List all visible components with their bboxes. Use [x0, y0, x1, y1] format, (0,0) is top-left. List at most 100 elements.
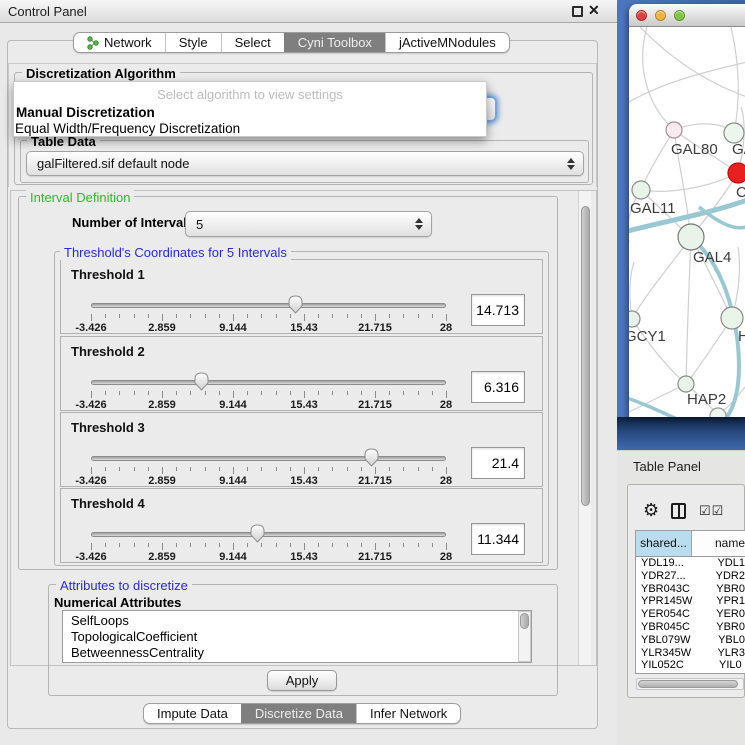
- cell-shared-name[interactable]: YBR045C: [636, 621, 710, 634]
- numerical-attributes-list[interactable]: SelfLoopsTopologicalCoefficientBetweenne…: [62, 610, 532, 663]
- threshold-slider[interactable]: -3.4262.8599.14415.4321.71528: [91, 521, 446, 561]
- network-node[interactable]: [721, 307, 743, 329]
- settings-scrollbar-thumb[interactable]: [581, 206, 590, 506]
- network-window-titlebar[interactable]: [629, 4, 745, 27]
- threshold-value-field[interactable]: 6.316: [471, 371, 525, 403]
- table-row[interactable]: YDL19...YDL1: [636, 557, 745, 570]
- cell-shared-name[interactable]: YDL19...: [636, 557, 711, 570]
- cell-name[interactable]: YDR2: [710, 570, 745, 583]
- cell-name[interactable]: YBL0: [712, 634, 745, 647]
- threshold-value-field[interactable]: 14.713: [471, 294, 525, 326]
- network-edge[interactable]: [629, 62, 745, 102]
- table-row[interactable]: YBR043CYBR0: [636, 583, 745, 596]
- slider-tick: [446, 391, 447, 398]
- cell-shared-name[interactable]: YLR345W: [636, 647, 711, 660]
- table-hscrollbar-thumb[interactable]: [638, 680, 738, 688]
- cell-shared-name[interactable]: YBL079W: [636, 634, 712, 647]
- column-header-name[interactable]: name: [692, 531, 745, 556]
- table-row[interactable]: YLR345WYLR3: [636, 647, 745, 660]
- threshold-value-field[interactable]: 21.4: [471, 447, 525, 479]
- gear-icon[interactable]: ⚙: [643, 500, 659, 521]
- cell-name[interactable]: YBR0: [710, 621, 745, 634]
- network-node[interactable]: [629, 311, 640, 327]
- tab-cyni-toolbox[interactable]: Cyni Toolbox: [284, 33, 385, 52]
- slider-tick-label: 15.43: [290, 551, 318, 563]
- table-row[interactable]: YER054CYER0: [636, 608, 745, 621]
- cell-shared-name[interactable]: YIL052C: [636, 659, 713, 672]
- cell-shared-name[interactable]: YDR27...: [636, 570, 710, 583]
- network-edge[interactable]: [643, 27, 674, 130]
- close-traffic-light-icon[interactable]: [636, 10, 647, 21]
- network-edge[interactable]: [641, 173, 738, 191]
- cell-name[interactable]: YDL1: [711, 557, 745, 570]
- slider-track[interactable]: [91, 380, 446, 385]
- network-edge[interactable]: [686, 237, 691, 384]
- attributes-list-scrollbar-thumb[interactable]: [520, 613, 529, 629]
- network-node[interactable]: [678, 376, 694, 392]
- number-of-intervals-spinner[interactable]: 5: [185, 211, 432, 237]
- attributes-list-scrollbar[interactable]: [518, 611, 531, 662]
- close-icon[interactable]: ✕: [588, 2, 600, 19]
- threshold-value-field[interactable]: 11.344: [471, 523, 525, 555]
- tab-infer-network[interactable]: Infer Network: [356, 704, 460, 723]
- network-edge[interactable]: [686, 318, 732, 384]
- zoom-traffic-light-icon[interactable]: [674, 10, 685, 21]
- column-header-shared[interactable]: shared...: [636, 531, 692, 556]
- table-row[interactable]: YIL052CYIL0: [636, 659, 745, 672]
- network-node[interactable]: [728, 163, 745, 183]
- minimize-traffic-light-icon[interactable]: [655, 10, 666, 21]
- dropdown-item-equal-width-frequency[interactable]: Equal Width/Frequency Discretization: [15, 121, 240, 136]
- cell-name[interactable]: YLR3: [711, 647, 745, 660]
- slider-track[interactable]: [91, 532, 446, 537]
- table-row[interactable]: YBL079WYBL0: [636, 634, 745, 647]
- dropdown-item-manual-discretization[interactable]: Manual Discretization: [16, 105, 155, 120]
- cell-shared-name[interactable]: YPR145W: [636, 595, 710, 608]
- table-row[interactable]: YDR27...YDR2: [636, 570, 745, 583]
- network-node[interactable]: [678, 224, 704, 250]
- cell-shared-name[interactable]: YBR043C: [636, 583, 710, 596]
- network-canvas[interactable]: GAL80GACGAL11GAL4GCY1HHAP2: [629, 27, 745, 417]
- cell-name[interactable]: YIL0: [713, 659, 745, 672]
- split-columns-icon[interactable]: [671, 503, 686, 519]
- cell-name[interactable]: YBR0: [710, 583, 745, 596]
- tab-style[interactable]: Style: [165, 33, 221, 52]
- tab-impute-data[interactable]: Impute Data: [144, 704, 241, 723]
- apply-button[interactable]: Apply: [267, 670, 337, 691]
- table-row[interactable]: YPR145WYPR1: [636, 595, 745, 608]
- table-hscrollbar[interactable]: [636, 678, 744, 690]
- table-row[interactable]: YBR045CYBR0: [636, 621, 745, 634]
- threshold-slider[interactable]: -3.4262.8599.14415.4321.71528: [91, 369, 446, 409]
- tab-discretize-data[interactable]: Discretize Data: [241, 704, 356, 723]
- tab-jactivemnodules[interactable]: jActiveMNodules: [385, 33, 509, 52]
- network-edge[interactable]: [632, 237, 691, 319]
- threshold-slider[interactable]: -3.4262.8599.14415.4321.71528: [91, 292, 446, 332]
- network-edge[interactable]: [641, 130, 674, 190]
- attribute-list-item[interactable]: SelfLoops: [63, 613, 531, 629]
- slider-track[interactable]: [91, 303, 446, 308]
- slider-thumb[interactable]: [288, 295, 303, 314]
- slider-thumb[interactable]: [364, 448, 379, 467]
- checkbox-checked-icons[interactable]: ☑☑: [699, 503, 724, 519]
- table-data-combobox[interactable]: galFiltered.sif default node: [26, 151, 584, 176]
- network-node[interactable]: [724, 123, 744, 143]
- attribute-list-item[interactable]: BetweennessCentrality: [63, 645, 531, 661]
- cell-name[interactable]: YPR1: [710, 595, 745, 608]
- tab-select[interactable]: Select: [221, 33, 284, 52]
- attribute-list-item[interactable]: TopologicalCoefficient: [63, 629, 531, 645]
- cell-shared-name[interactable]: YER054C: [636, 608, 710, 621]
- float-window-icon[interactable]: [572, 6, 583, 17]
- network-node[interactable]: [666, 122, 682, 138]
- threshold-slider[interactable]: -3.4262.8599.14415.4321.71528: [91, 445, 446, 485]
- slider-thumb[interactable]: [194, 372, 209, 391]
- slider-tick: [176, 543, 177, 547]
- network-edge[interactable]: [640, 27, 745, 97]
- cell-name[interactable]: YER0: [710, 608, 745, 621]
- network-edge[interactable]: [629, 384, 686, 412]
- settings-scrollbar[interactable]: [578, 191, 591, 665]
- slider-track[interactable]: [91, 456, 446, 461]
- node-attribute-table[interactable]: shared... name YDL19...YDL1YDR27...YDR2Y…: [635, 530, 745, 674]
- network-node[interactable]: [632, 181, 650, 199]
- tab-network[interactable]: Network: [74, 33, 165, 52]
- slider-thumb[interactable]: [250, 524, 265, 543]
- network-edge[interactable]: [731, 27, 738, 133]
